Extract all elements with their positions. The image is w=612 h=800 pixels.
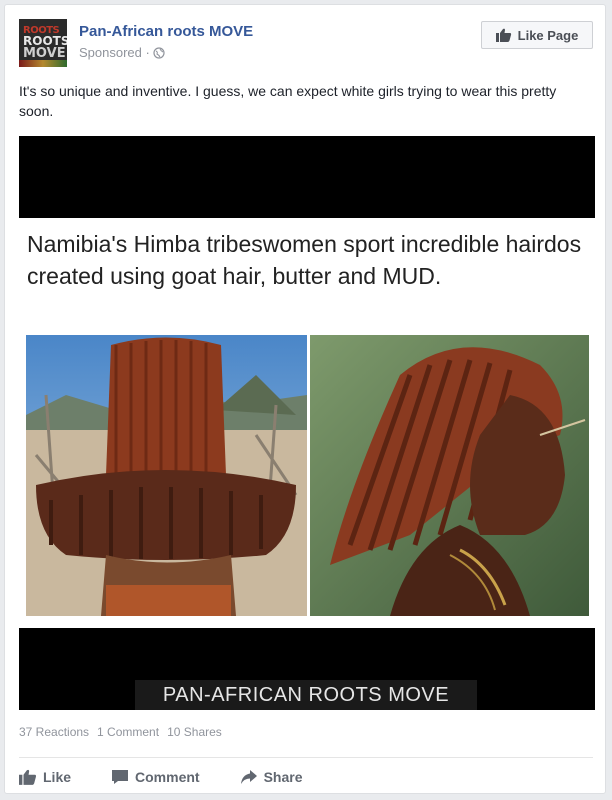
post-card: ROOTS ROOTS MOVE Pan-African roots MOVE …: [4, 4, 606, 794]
post-text: It's so unique and inventive. I guess, w…: [19, 83, 557, 119]
sponsored-text: Sponsored ·: [79, 45, 150, 60]
media-banner: PAN-AFRICAN ROOTS MOVE: [135, 680, 477, 710]
thumbs-up-icon: [19, 769, 37, 785]
page-name-link[interactable]: Pan-African roots MOVE: [79, 23, 253, 40]
comment-label: Comment: [135, 769, 200, 785]
avatar-logo-line-3: MOVE: [23, 46, 66, 61]
post-header: ROOTS ROOTS MOVE Pan-African roots MOVE …: [19, 19, 593, 71]
comment-icon: [111, 769, 129, 785]
comment-button[interactable]: Comment: [111, 763, 200, 791]
like-button[interactable]: Like: [19, 763, 71, 791]
like-label: Like: [43, 769, 72, 785]
post-media[interactable]: Namibia's Himba tribeswomen sport incred…: [19, 136, 595, 710]
avatar-stripe: [19, 60, 67, 67]
page-avatar[interactable]: ROOTS ROOTS MOVE: [19, 19, 67, 67]
media-headline: Namibia's Himba tribeswomen sport incred…: [27, 231, 582, 289]
globe-icon: [153, 46, 165, 59]
post-stats: 37 Reactions 1 Comment 10 Shares: [19, 725, 222, 739]
thumbs-up-icon: [495, 28, 512, 42]
comments-count[interactable]: 1 Comment: [97, 725, 159, 739]
share-button[interactable]: Share: [240, 763, 303, 791]
like-page-label: Like Page: [517, 27, 579, 43]
shares-count[interactable]: 10 Shares: [167, 725, 222, 739]
actions-divider: [19, 757, 593, 758]
like-page-button[interactable]: Like Page: [481, 21, 593, 49]
post-actions: Like Comment Share: [19, 763, 593, 791]
photo-hair-back: [26, 335, 307, 616]
share-icon: [240, 769, 258, 785]
photo-profile: [310, 335, 589, 616]
reactions-count[interactable]: 37 Reactions: [19, 725, 89, 739]
media-panel: Namibia's Himba tribeswomen sport incred…: [19, 218, 595, 628]
share-label: Share: [263, 769, 303, 785]
sponsored-label: Sponsored ·: [79, 45, 165, 60]
